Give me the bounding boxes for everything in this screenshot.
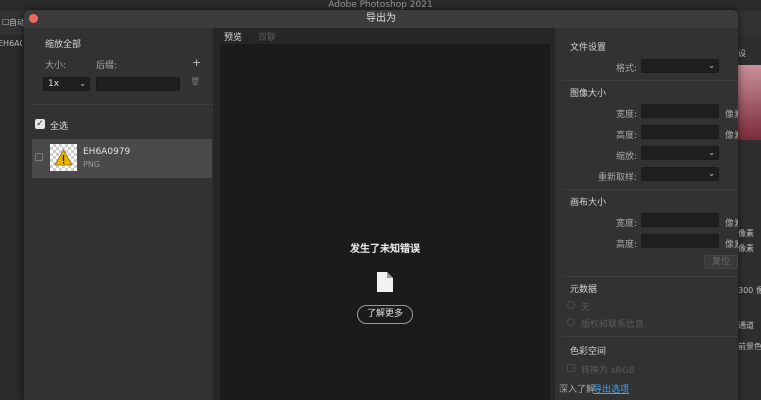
image-size-heading: 图像大小 bbox=[570, 89, 607, 99]
divider bbox=[563, 276, 738, 277]
preview-panel: 预览 双联 发生了未知错误 了解更多 bbox=[220, 28, 550, 400]
app-title: Adobe Photoshop 2021 bbox=[328, 0, 433, 10]
divider bbox=[563, 189, 738, 190]
scale-percent-select[interactable]: ⌄ bbox=[641, 146, 719, 160]
canvas-width-unit: 像素 bbox=[725, 219, 738, 229]
export-as-dialog: 导出为 缩放全部 大小: 后缀: + 1x ⌄ 🗑 ✓ 全选 EH6A0979 bbox=[24, 10, 738, 400]
error-message: 发生了未知错误 bbox=[350, 244, 420, 255]
canvas-height-unit: 像素 bbox=[725, 240, 738, 250]
height-input[interactable] bbox=[641, 125, 719, 139]
suffix-label: 后缀: bbox=[96, 61, 118, 71]
canvas-width-label: 宽度: bbox=[615, 219, 637, 229]
meta-copyright-label: 版权和联系信息 bbox=[581, 320, 645, 330]
scale-value: 1x bbox=[48, 79, 60, 89]
scale-select[interactable]: 1x ⌄ bbox=[43, 77, 90, 91]
meta-none-radio[interactable] bbox=[567, 301, 575, 309]
meta-copyright-radio[interactable] bbox=[567, 318, 575, 326]
close-icon[interactable] bbox=[29, 14, 38, 23]
metadata-heading: 元数据 bbox=[570, 285, 598, 295]
panel-text: 像素 bbox=[738, 244, 754, 253]
chevron-down-icon: ⌄ bbox=[708, 61, 715, 70]
settings-panel: 文件设置 格式: ⌄ 图像大小 宽度: 像素 高度: 像素 缩放: ⌄ 重新取样… bbox=[555, 28, 738, 400]
export-options-link[interactable]: 导出选项 bbox=[593, 382, 629, 395]
reset-label: 复位 bbox=[711, 257, 730, 267]
suffix-input[interactable] bbox=[96, 77, 180, 91]
tab-preview[interactable]: 预览 bbox=[224, 30, 243, 45]
format-label: 格式: bbox=[615, 64, 637, 74]
divider bbox=[32, 104, 213, 105]
document-icon bbox=[377, 272, 393, 292]
add-scale-icon[interactable]: + bbox=[192, 56, 201, 69]
meta-none-label: 无 bbox=[581, 303, 591, 313]
document-tab[interactable]: EH6A0979 bbox=[0, 39, 22, 48]
scale-label: 缩放: bbox=[615, 152, 637, 162]
width-label: 宽度: bbox=[615, 110, 637, 120]
trash-icon[interactable]: 🗑 bbox=[190, 77, 200, 86]
learn-more-button[interactable]: 了解更多 bbox=[357, 305, 413, 324]
height-unit: 像素 bbox=[725, 131, 738, 141]
divider bbox=[563, 336, 738, 337]
convert-srgb-label: 转换为 sRGB bbox=[581, 366, 635, 376]
asset-checkbox[interactable] bbox=[35, 153, 43, 161]
file-settings-heading: 文件设置 bbox=[570, 43, 607, 53]
resample-select[interactable]: ⌄ bbox=[641, 167, 719, 181]
learn-more-label: 了解更多 bbox=[366, 309, 403, 319]
convert-srgb-checkbox[interactable] bbox=[567, 364, 575, 372]
width-unit: 像素 bbox=[725, 110, 738, 120]
canvas-height-input[interactable] bbox=[641, 234, 719, 248]
auto-label: 自动 bbox=[9, 18, 25, 27]
asset-name: EH6A0979 bbox=[83, 147, 131, 157]
tools-strip: EH6A0979 bbox=[0, 35, 24, 400]
panel-text: 通道 bbox=[738, 321, 754, 330]
panel-text: 设 bbox=[738, 49, 746, 58]
canvas-width-input[interactable] bbox=[641, 213, 719, 227]
reset-button[interactable]: 复位 bbox=[704, 255, 738, 269]
panel-text: 300 像 bbox=[738, 286, 761, 295]
asset-type: PNG bbox=[83, 160, 101, 169]
scale-all-heading: 缩放全部 bbox=[45, 40, 82, 50]
format-select[interactable]: ⌄ bbox=[641, 59, 719, 73]
color-space-heading: 色彩空间 bbox=[570, 347, 607, 357]
learn-more-prefix: 深入了解 bbox=[559, 385, 596, 395]
panel-text: 像素 bbox=[738, 229, 754, 238]
chevron-down-icon: ⌄ bbox=[708, 169, 715, 178]
dialog-titlebar: 导出为 bbox=[24, 10, 738, 28]
select-all-checkbox[interactable]: ✓ bbox=[35, 119, 45, 129]
dialog-title: 导出为 bbox=[366, 13, 396, 24]
canvas-height-label: 高度: bbox=[615, 240, 637, 250]
right-panels-strip: 设 像素 像素 300 像 通道 前景色 bbox=[738, 35, 761, 400]
select-all-label: 全选 bbox=[50, 122, 69, 132]
color-picker-swatch[interactable] bbox=[738, 65, 761, 140]
divider bbox=[563, 80, 738, 81]
chevron-down-icon: ⌄ bbox=[708, 148, 715, 157]
width-input[interactable] bbox=[641, 104, 719, 118]
assets-panel: 缩放全部 大小: 后缀: + 1x ⌄ 🗑 ✓ 全选 EH6A0979 PNG bbox=[24, 28, 213, 400]
asset-list-item[interactable]: EH6A0979 PNG bbox=[32, 139, 212, 178]
tab-compare[interactable]: 双联 bbox=[258, 30, 276, 43]
asset-thumbnail bbox=[50, 144, 77, 171]
size-label: 大小: bbox=[45, 61, 67, 71]
warning-icon bbox=[54, 149, 73, 166]
preview-canvas: 发生了未知错误 了解更多 bbox=[220, 44, 550, 400]
canvas-size-heading: 画布大小 bbox=[570, 198, 607, 208]
panel-text: 前景色 bbox=[738, 342, 761, 351]
resample-label: 重新取样: bbox=[597, 173, 637, 183]
chevron-down-icon: ⌄ bbox=[79, 79, 86, 88]
height-label: 高度: bbox=[615, 131, 637, 141]
